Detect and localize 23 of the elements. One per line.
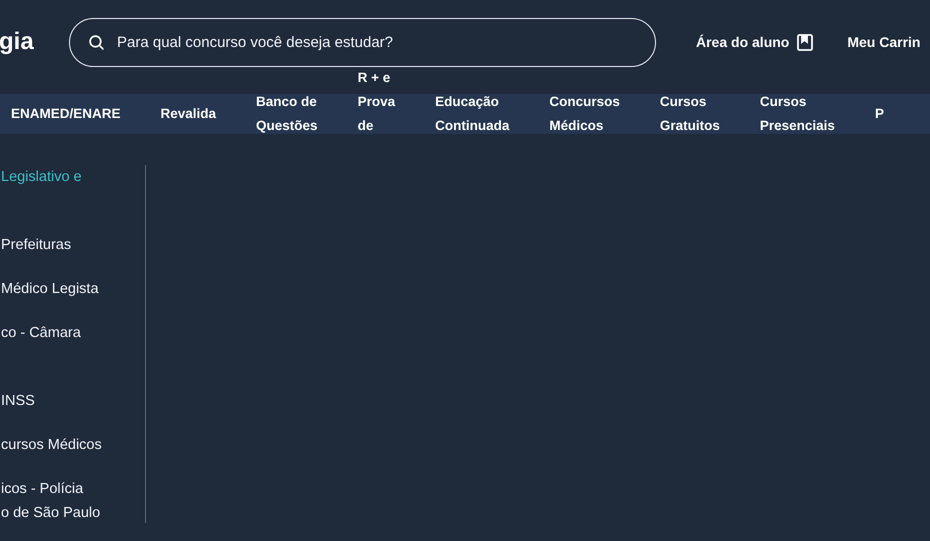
nav-link[interactable]: Cursos Presenciais [760,90,835,138]
nav-link[interactable]: R + e Prova de [358,66,396,138]
sidebar-link[interactable]: Médico Legista [0,277,145,301]
logo-text[interactable]: gia [0,28,69,56]
nav-link[interactable]: Cursos Gratuitos [660,90,720,138]
sidebar-link[interactable]: Prefeituras [0,233,145,257]
search-input[interactable]: Para qual concurso você deseja estudar? [115,32,637,52]
sidebar-link[interactable]: Legislativo e [0,165,145,213]
sidebar-link[interactable]: icos - Polícia o de São Paulo [0,477,145,523]
nav-link[interactable]: Revalida [160,90,216,138]
sidebar-link[interactable]: co - Câmara [0,321,145,369]
sidebar-link[interactable]: cursos Médicos [0,433,145,457]
student-area-link[interactable]: Área do aluno [696,34,814,50]
nav-link[interactable]: Educação Continuada [435,90,510,138]
sidebar-link[interactable]: INSS [0,389,145,413]
nav-link[interactable]: Concursos Médicos [549,90,620,138]
book-icon [797,34,814,50]
search-field[interactable]: Para qual concurso você deseja estudar? [69,18,656,66]
cart-link[interactable]: Meu Carrin [847,34,920,50]
nav-link[interactable]: ENAMED/ENARE [11,90,121,138]
search-icon [88,34,105,50]
nav-link[interactable]: Banco de Questões [256,90,318,138]
nav-link[interactable]: P [874,90,884,138]
